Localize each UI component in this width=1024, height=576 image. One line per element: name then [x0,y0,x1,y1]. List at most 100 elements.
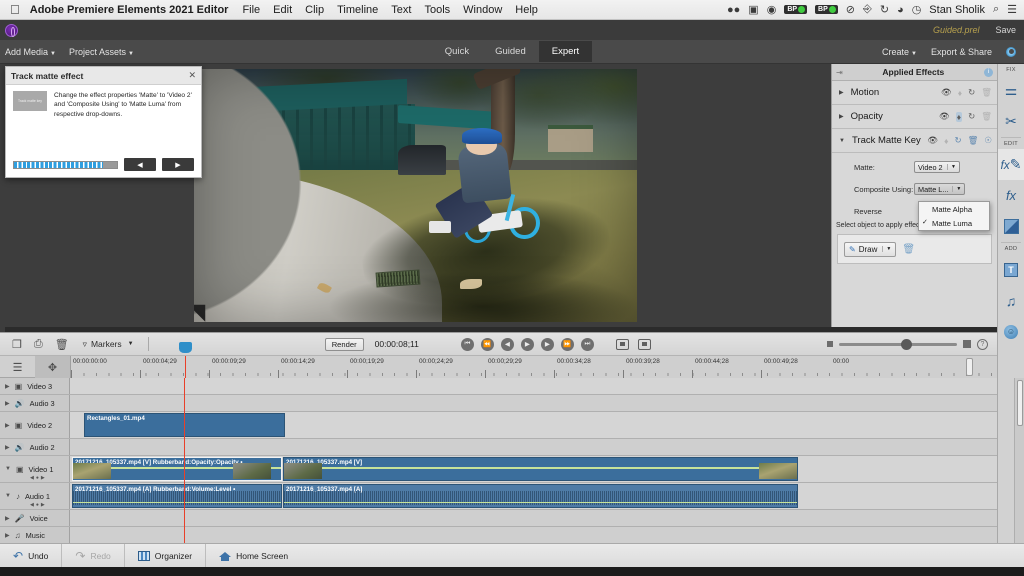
playhead-tracks[interactable] [184,378,185,543]
effect-row-motion[interactable]: ▶ Motion 👁 ♦ ↻ 🗑 [832,81,997,105]
audio-track-icon[interactable]: 🔊 [15,399,25,408]
menu-edit[interactable]: Edit [273,4,292,16]
microphone-icon[interactable]: 🎤 [15,514,25,523]
add-media-icon[interactable]: ❐ [12,338,22,351]
playhead-ruler[interactable] [179,342,192,378]
chevron-right-icon[interactable]: ▶ [5,400,10,407]
pin-icon[interactable]: ⇥ [836,68,843,77]
rubberband-volume-line[interactable] [73,501,281,503]
chevron-right-icon[interactable]: ▶ [839,89,844,96]
rubberband-opacity-line[interactable] [284,467,797,469]
guided-tip-prev-button[interactable]: ◀ [124,158,156,171]
chevron-right-icon[interactable]: ▶ [5,515,10,522]
settings-icon[interactable]: ☰ [0,356,35,378]
track-body-video3[interactable] [70,378,997,394]
step-forward-icon[interactable]: ⏩ [560,337,574,351]
clip-20171216-a-a[interactable]: 20171216_105337.mp4 [A] Rubberband:Volum… [72,484,282,508]
chevron-down-icon[interactable]: ▼ [5,466,11,472]
chevron-right-icon[interactable]: ▶ [5,422,10,429]
apple-logo-icon[interactable]:  [10,3,20,16]
tab-quick[interactable]: Quick [432,41,482,62]
current-timecode[interactable]: 00:00:08;11 [375,339,419,349]
dropdown-option-matte-alpha[interactable]: Matte Alpha [919,202,989,216]
timeline-ruler[interactable]: ☰ ✥ 00:00:00:00 00:00:04;29 00:00:09;29 … [0,342,997,378]
reset-icon[interactable]: ↻ [968,111,975,122]
trash-icon[interactable]: 🗑 [902,244,915,255]
home-screen-button[interactable]: Home Screen [206,544,301,567]
wifi-icon[interactable]: ◕ [897,4,904,16]
trash-icon[interactable]: 🗑 [981,111,992,122]
zoom-in-icon[interactable] [963,340,971,348]
info-icon[interactable]: i [984,67,993,77]
help-icon[interactable]: ? [977,338,988,350]
timeline-vertical-scrollbar[interactable] [1014,378,1024,543]
display-icon[interactable]: ▣ [748,3,758,16]
organizer-button[interactable]: Organizer [125,544,207,567]
menu-text[interactable]: Text [391,4,411,16]
eye-icon[interactable]: 👁 [941,87,952,98]
composite-using-dropdown[interactable]: Matte L... ▼ [914,183,966,195]
tools-icon[interactable]: ✂ [998,106,1024,137]
frame-forward-icon[interactable]: ▶ [540,337,554,351]
fullscreen-icon[interactable] [637,338,651,350]
fx-icon[interactable]: fx [998,180,1024,211]
track-controls-audio1[interactable]: ◀ ● ▶ [30,502,45,508]
track-header-video1[interactable]: ▼ ▣ Video 1 ◀ ● ▶ [0,456,70,482]
menu-window[interactable]: Window [463,4,502,16]
track-header-audio3[interactable]: ▶ 🔊 Audio 3 [0,395,70,411]
gear-icon[interactable] [1006,46,1016,57]
audio-track-icon[interactable]: ♪ [16,492,20,501]
render-button[interactable]: Render [324,337,364,351]
os-user-name[interactable]: Stan Sholik [929,4,985,16]
chevron-right-icon[interactable]: ▶ [5,383,10,390]
reset-icon[interactable]: ↻ [954,135,961,146]
clip-20171216-a-b[interactable]: 20171216_105337.mp4 [A] [283,484,798,508]
text-icon[interactable]: T [998,254,1024,285]
track-header-video3[interactable]: ▶ ▣ Video 3 [0,378,70,394]
frame-back-icon[interactable]: ◀ [500,337,514,351]
rubberband-volume-line[interactable] [284,501,797,503]
clip-20171216-v-a[interactable]: 20171216_105337.mp4 [V] Rubberband:Opaci… [72,457,282,481]
track-body-audio3[interactable] [70,395,997,411]
chevron-right-icon[interactable]: ▶ [839,113,844,120]
music-icon[interactable]: ♫ [998,285,1024,316]
audio-track-icon[interactable]: 🔊 [15,443,25,452]
menu-tools[interactable]: Tools [424,4,450,16]
video-track-icon[interactable]: ▣ [15,421,23,430]
save-button[interactable]: Save [995,25,1016,35]
search-icon[interactable]: ⌕ [993,3,999,16]
menu-file[interactable]: File [242,4,260,16]
trash-icon[interactable]: 🗑 [968,135,979,146]
chevron-down-icon[interactable]: ▼ [882,246,891,252]
duplicate-icon[interactable]: ⎙ [34,338,43,351]
chevron-right-icon[interactable]: ▶ [5,532,10,539]
zoom-slider[interactable] [839,338,957,350]
control-center-icon[interactable]: ☰ [1007,3,1017,16]
track-body-audio1[interactable]: 20171216_105337.mp4 [A] Rubberband:Volum… [70,483,997,509]
draw-button[interactable]: ✎ Draw ▼ [844,241,897,257]
battery-icon-1[interactable]: BP [784,5,808,14]
track-header-audio2[interactable]: ▶ 🔊 Audio 2 [0,439,70,455]
track-body-voice[interactable] [70,510,997,526]
preview-icon[interactable] [615,338,629,350]
track-body-video2[interactable]: Rectangles_01.mp4 [70,412,997,438]
eye-icon[interactable]: 👁 [939,111,950,122]
effect-row-opacity[interactable]: ▶ Opacity 👁 ♦ ↻ 🗑 [832,105,997,129]
chevron-down-icon[interactable]: ▼ [839,138,845,144]
ruler-scroll-thumb[interactable] [966,358,973,376]
graphics-icon[interactable]: ☺ [998,316,1024,347]
track-header-music[interactable]: ▶ ♫ Music [0,527,70,543]
trash-icon[interactable]: 🗑 [981,87,992,98]
redo-button[interactable]: ↷ Redo [62,544,125,567]
tab-expert[interactable]: Expert [538,41,593,62]
clip-20171216-v-b[interactable]: 20171216_105337.mp4 [V] [283,457,798,481]
track-header-video2[interactable]: ▶ ▣ Video 2 [0,412,70,438]
battery-icon-2[interactable]: BP [815,5,838,14]
go-to-start-icon[interactable]: ⏮ [460,337,474,351]
nosign-icon[interactable]: ⊘ [846,3,855,16]
music-icon[interactable]: ♫ [15,531,21,540]
playhead-handle[interactable] [179,342,192,353]
chevron-right-icon[interactable]: ▶ [5,444,10,451]
clock-icon[interactable]: ◷ [912,3,922,16]
delete-icon[interactable]: 🗑 [55,338,69,351]
